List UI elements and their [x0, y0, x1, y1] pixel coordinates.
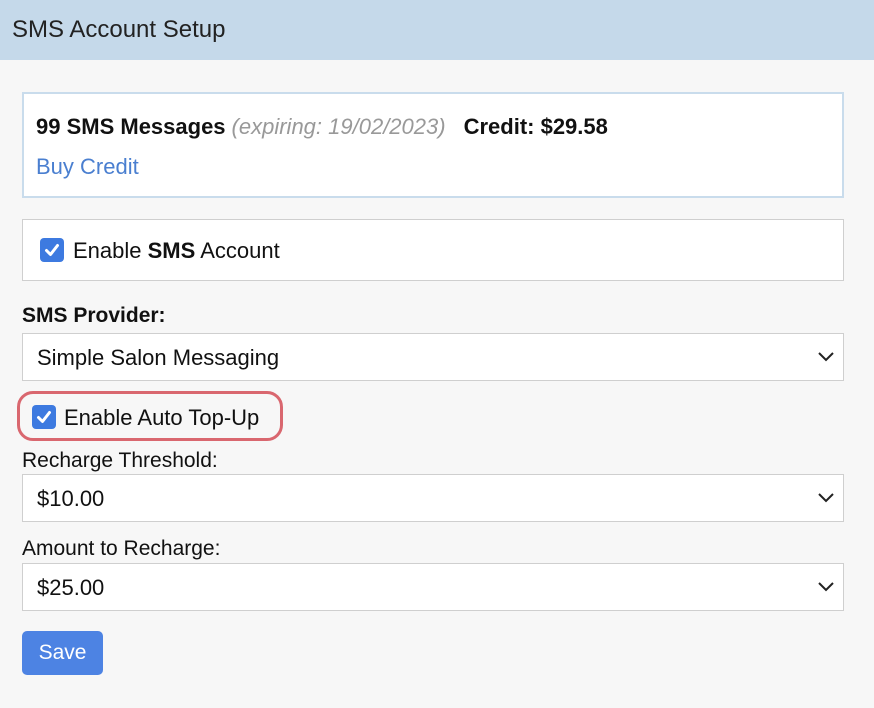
sms-provider-label: SMS Provider:	[22, 304, 166, 327]
auto-topup-highlight: Enable Auto Top-Up	[17, 391, 283, 441]
enable-sms-label-bold: SMS	[147, 238, 196, 263]
page-title: SMS Account Setup	[12, 16, 226, 43]
chevron-down-icon	[818, 493, 834, 503]
recharge-amount-label: Amount to Recharge:	[22, 537, 221, 560]
chevron-down-icon	[818, 582, 834, 592]
credit-balance: Credit: $29.58	[463, 114, 608, 139]
enable-sms-label-suffix: Account	[195, 238, 280, 263]
recharge-threshold-select[interactable]: $10.00	[22, 474, 844, 522]
recharge-threshold-value: $10.00	[37, 486, 105, 511]
auto-topup-checkbox[interactable]	[32, 405, 56, 429]
sms-message-count: 99 SMS Messages	[36, 114, 226, 139]
credit-summary-line: 99 SMS Messages (expiring: 19/02/2023) Cre…	[36, 114, 608, 140]
enable-sms-account-panel: Enable SMS Account	[22, 219, 844, 281]
buy-credit-link[interactable]: Buy Credit	[36, 154, 139, 180]
checkmark-icon	[45, 244, 59, 256]
sms-provider-select[interactable]: Simple Salon Messaging	[22, 333, 844, 381]
chevron-down-icon	[818, 352, 834, 362]
auto-topup-label: Enable Auto Top-Up	[64, 405, 260, 430]
enable-sms-checkbox[interactable]	[40, 238, 64, 262]
enable-sms-label: Enable SMS Account	[73, 238, 280, 264]
recharge-amount-select[interactable]: $25.00	[22, 563, 844, 611]
sms-provider-value: Simple Salon Messaging	[37, 345, 280, 370]
credit-expiry: (expiring: 19/02/2023)	[231, 114, 446, 139]
page-header: SMS Account Setup	[0, 0, 874, 60]
enable-sms-label-prefix: Enable	[73, 238, 148, 263]
recharge-amount-value: $25.00	[37, 575, 105, 600]
checkmark-icon	[37, 411, 51, 423]
save-button[interactable]: Save	[22, 631, 103, 675]
credit-summary-panel: 99 SMS Messages (expiring: 19/02/2023) Cre…	[22, 92, 844, 198]
recharge-threshold-label: Recharge Threshold:	[22, 449, 218, 472]
